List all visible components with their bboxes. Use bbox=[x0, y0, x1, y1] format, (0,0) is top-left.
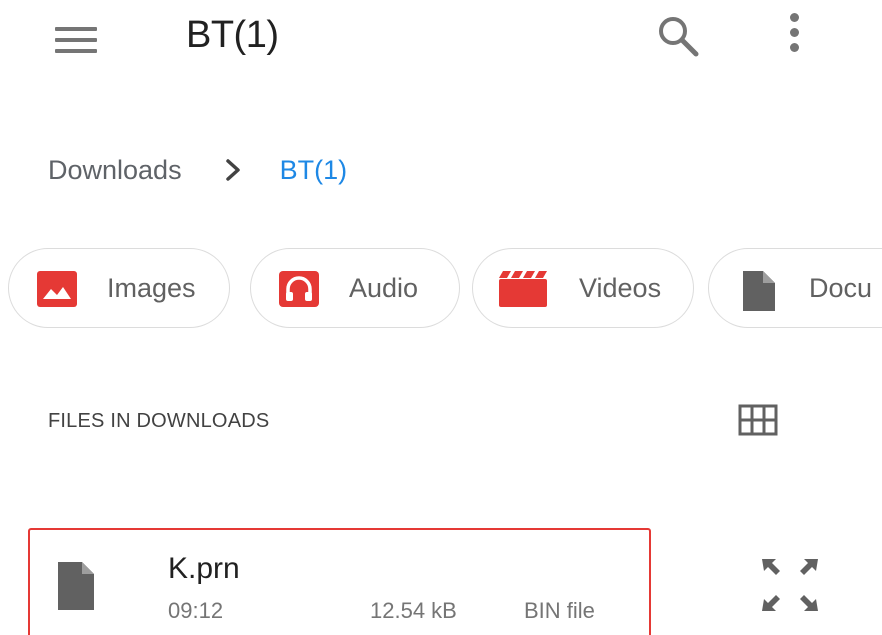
file-time: 09:12 bbox=[168, 598, 224, 623]
chip-label: Images bbox=[107, 273, 196, 303]
chip-audio[interactable]: Audio bbox=[250, 248, 460, 328]
breadcrumb-item-current[interactable]: BT(1) bbox=[280, 155, 348, 186]
file-size: 12.54 kB bbox=[370, 598, 457, 623]
file-name: K.prn bbox=[168, 552, 240, 585]
breadcrumb: Downloads BT(1) bbox=[48, 150, 347, 190]
file-row[interactable]: K.prn 09:12 12.54 kB BIN file bbox=[28, 528, 651, 635]
chip-label: Videos bbox=[579, 273, 662, 303]
more-vert-icon[interactable] bbox=[780, 10, 808, 62]
page-title: BT(1) bbox=[186, 14, 279, 56]
chip-label: Docu bbox=[809, 273, 873, 303]
more-dot bbox=[790, 43, 799, 52]
file-type: BIN file bbox=[524, 598, 595, 623]
document-icon bbox=[737, 269, 781, 311]
breadcrumb-item-downloads[interactable]: Downloads bbox=[48, 155, 182, 186]
more-dot bbox=[790, 13, 799, 22]
category-chips: Images Audio Videos Docu bbox=[8, 248, 882, 328]
chip-videos[interactable]: Videos bbox=[472, 248, 694, 328]
grid-view-icon[interactable] bbox=[736, 402, 780, 440]
more-dot bbox=[790, 28, 799, 37]
menu-icon-bar bbox=[55, 49, 97, 53]
chevron-right-icon bbox=[222, 155, 246, 185]
chip-images[interactable]: Images bbox=[8, 248, 230, 328]
chip-documents[interactable]: Docu bbox=[708, 248, 882, 328]
file-manager-screen: BT(1) Downloads BT(1) Images Audio Video… bbox=[0, 0, 882, 635]
menu-icon[interactable] bbox=[52, 20, 100, 56]
video-clapper-icon bbox=[497, 269, 549, 309]
section-title: FILES IN DOWNLOADS bbox=[48, 410, 270, 432]
expand-icon[interactable] bbox=[758, 555, 822, 615]
file-icon bbox=[56, 560, 96, 612]
top-app-bar: BT(1) bbox=[0, 0, 882, 78]
menu-icon-bar bbox=[55, 38, 97, 42]
chip-label: Audio bbox=[349, 273, 419, 303]
menu-icon-bar bbox=[55, 27, 97, 31]
image-icon bbox=[35, 269, 79, 309]
search-icon[interactable] bbox=[652, 10, 704, 62]
headphones-icon bbox=[277, 269, 321, 309]
